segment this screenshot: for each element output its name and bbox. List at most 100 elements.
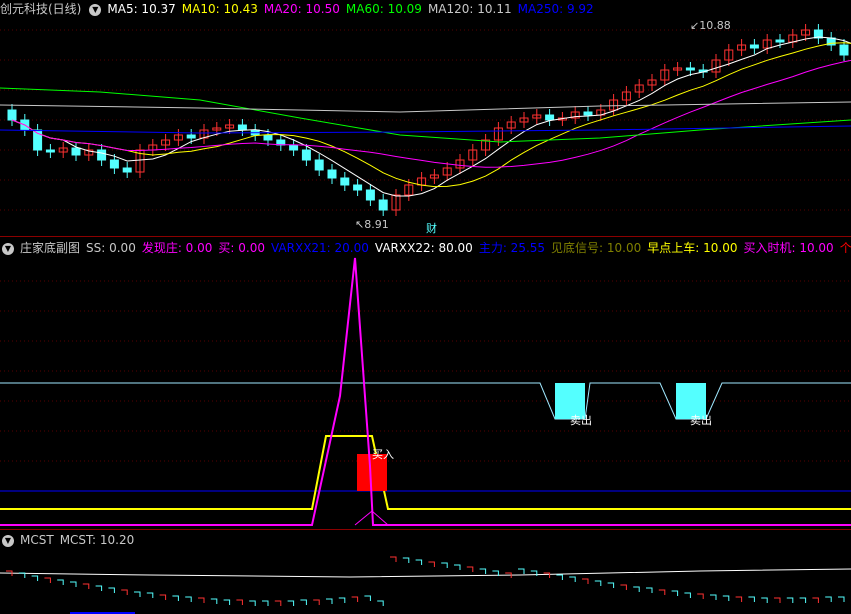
candle-body	[365, 189, 375, 201]
mcst-step	[223, 599, 231, 605]
collapse-icon[interactable]: ▼	[2, 242, 14, 255]
mcst-step	[454, 564, 461, 570]
mcst-step	[799, 597, 807, 603]
mcst-step	[710, 594, 717, 600]
buy-label: 买入	[372, 448, 394, 461]
candle-body	[839, 44, 849, 56]
candle-body	[45, 149, 55, 153]
indicator-legend-item: 主力: 25.55	[478, 241, 546, 255]
sell-label-1: 卖出	[570, 414, 592, 427]
indicator-panel[interactable]: ▼ 庄家底副图 SS: 0.00 发现庄: 0.00 买: 0.00 VARXX21: 2…	[0, 236, 851, 529]
mcst-step	[722, 595, 730, 601]
mcst-step	[671, 590, 679, 596]
stock-title: 创元科技(日线)	[0, 2, 82, 16]
mcst-step	[658, 589, 666, 595]
ma-legend-item: MA20: 10.50	[263, 2, 340, 16]
mcst-panel[interactable]: ▼ MCST MCST: 10.20	[0, 529, 851, 614]
candle-body	[378, 199, 388, 211]
collapse-icon[interactable]: ▼	[2, 534, 14, 547]
ma-legend-item: MA60: 10.09	[345, 2, 422, 16]
candle-body	[775, 39, 785, 43]
mcst-step	[697, 593, 704, 599]
ma10-line	[11, 42, 851, 188]
ma-legend-item: MA10: 10.43	[181, 2, 258, 16]
energy-line	[0, 257, 851, 526]
high-price-label: ↙10.88	[690, 19, 731, 32]
mcst-step	[31, 575, 39, 581]
high-price-value: 10.88	[699, 19, 731, 32]
candle-body	[353, 184, 363, 191]
candle-body	[289, 144, 299, 151]
ma-legend-item: MA250: 9.92	[517, 2, 594, 16]
finance-marker[interactable]: 财	[426, 220, 437, 236]
varxx22-line	[0, 382, 851, 420]
mcst-step	[121, 589, 128, 595]
low-price-label: ↖8.91	[355, 218, 389, 231]
mcst-step	[236, 599, 243, 605]
candle-body	[97, 149, 107, 161]
mcst-step	[646, 587, 653, 593]
mcst-step	[134, 591, 141, 597]
candle-body	[749, 44, 759, 49]
candle-body	[314, 159, 324, 171]
indicator-legend-item: 见底信号: 10.00	[551, 241, 642, 255]
low-price-value: 8.91	[364, 218, 389, 231]
mcst-step	[274, 600, 282, 606]
mcst-step	[287, 600, 295, 606]
indicator-legend: SS: 0.00 发现庄: 0.00 买: 0.00 VARXX21: 20.00 VA…	[86, 241, 851, 255]
mcst-title: MCST	[20, 533, 54, 547]
price-chart-panel[interactable]: 创元科技(日线) ▼ MA5: 10.37 MA10: 10.43 MA20: 10.5…	[0, 0, 851, 236]
mcst-step	[441, 562, 448, 568]
mcst-header: ▼ MCST MCST: 10.20	[0, 531, 851, 549]
mcst-step	[825, 596, 832, 602]
mcst-step	[402, 557, 410, 563]
mcst-step	[364, 595, 371, 601]
ma-legend-item: MA120: 10.11	[427, 2, 512, 16]
candle-body	[237, 124, 247, 131]
mcst-step	[82, 583, 90, 589]
indicator-legend-item: 发现庄: 0.00	[141, 241, 213, 255]
mcst-step	[390, 556, 397, 562]
mcst-step	[300, 599, 307, 605]
candlestick-chart[interactable]	[0, 0, 851, 236]
mcst-step	[44, 577, 51, 583]
indicator-legend-item: VARXX22: 80.00	[374, 241, 473, 255]
mcst-step	[108, 587, 115, 593]
candle-body	[122, 167, 132, 173]
indicator-chart[interactable]	[0, 236, 851, 529]
mcst-step	[530, 570, 538, 576]
mcst-step	[338, 597, 346, 603]
mcst-step	[735, 596, 743, 602]
mcst-step	[428, 561, 435, 567]
mcst-step	[838, 596, 845, 602]
mcst-step	[479, 568, 487, 574]
candle-body	[109, 159, 119, 169]
indicator-header: ▼ 庄家底副图 SS: 0.00 发现庄: 0.00 买: 0.00 VARXX21: 2…	[0, 239, 851, 257]
mcst-value: MCST: 10.20	[59, 533, 135, 547]
mcst-step	[582, 578, 589, 584]
mcst-step	[262, 600, 269, 606]
collapse-icon[interactable]: ▼	[89, 3, 102, 16]
mcst-step	[518, 568, 525, 574]
candle-body	[327, 169, 337, 179]
mcst-step	[146, 592, 154, 598]
mcst-line	[0, 568, 851, 578]
mcst-step	[774, 597, 781, 603]
ma60-line	[0, 87, 851, 143]
mcst-step	[351, 596, 359, 602]
mcst-step	[607, 582, 615, 588]
candle-body	[263, 134, 273, 141]
mcst-step	[633, 586, 640, 592]
indicator-legend-item: 买: 0.00	[218, 241, 265, 255]
candle-body	[7, 109, 17, 121]
mcst-step	[95, 585, 103, 591]
mcst-step	[466, 566, 474, 572]
candle-body	[301, 149, 311, 161]
mcst-step	[569, 576, 576, 582]
indicator-title: 庄家底副图	[20, 241, 81, 255]
early-boarding-line	[0, 435, 851, 510]
mcst-step	[684, 592, 691, 598]
mcst-step	[415, 559, 423, 565]
candle-body	[583, 111, 593, 116]
candle-body	[186, 134, 196, 139]
